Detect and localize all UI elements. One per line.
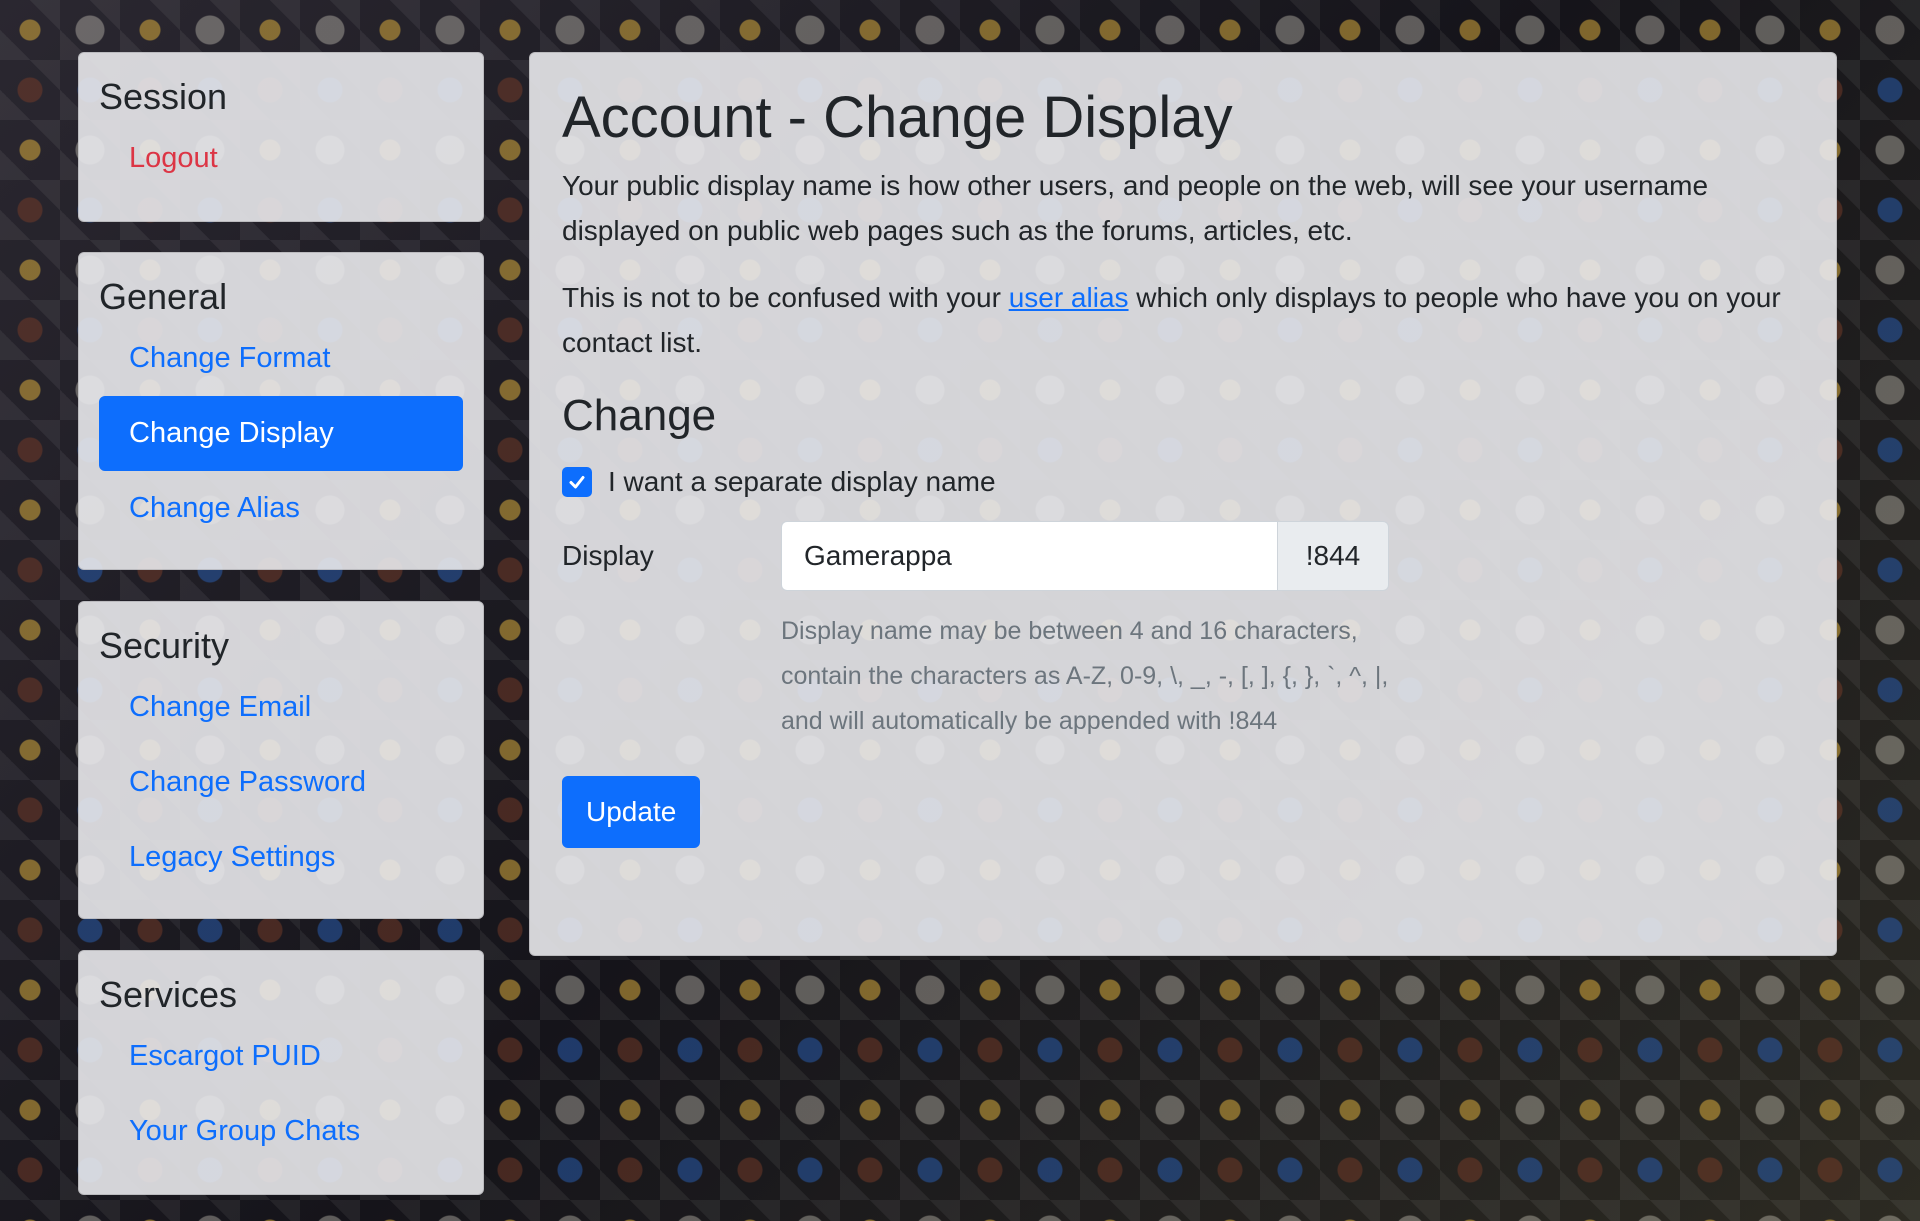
- display-suffix: !844: [1277, 521, 1389, 591]
- display-input-group: !844: [781, 521, 1389, 591]
- check-icon: [569, 476, 585, 489]
- nav-escargot-puid[interactable]: Escargot PUID: [99, 1019, 463, 1094]
- update-button[interactable]: Update: [562, 776, 701, 848]
- display-input[interactable]: [781, 521, 1277, 591]
- session-heading: Session: [99, 76, 228, 117]
- display-row: Display !844: [562, 521, 1804, 591]
- nav-change-format[interactable]: Change Format: [99, 321, 463, 396]
- alias-note-prefix: This is not to be confused with your: [562, 282, 1009, 313]
- general-card: General Change Format Change Display Cha…: [78, 252, 484, 570]
- nav-change-alias[interactable]: Change Alias: [99, 471, 463, 546]
- display-label: Display: [562, 540, 654, 571]
- section-title: Change: [562, 391, 717, 440]
- security-card: Security Change Email Change Password Le…: [78, 601, 484, 919]
- nav-legacy-settings[interactable]: Legacy Settings: [99, 820, 463, 895]
- nav-change-password[interactable]: Change Password: [99, 745, 463, 820]
- security-heading: Security: [99, 625, 230, 666]
- services-heading: Services: [99, 974, 238, 1015]
- page-title: Account - Change Display: [562, 85, 1233, 150]
- general-heading: General: [99, 276, 228, 317]
- nav-logout[interactable]: Logout: [99, 121, 463, 196]
- services-card: Services Escargot PUID Your Group Chats: [78, 950, 484, 1195]
- main-panel: Account - Change Display Your public dis…: [529, 52, 1837, 956]
- separate-display-label: I want a separate display name: [608, 466, 996, 497]
- display-hint: Display name may be between 4 and 16 cha…: [781, 617, 1389, 735]
- alias-note: This is not to be confused with your use…: [562, 275, 1804, 365]
- nav-change-email[interactable]: Change Email: [99, 670, 463, 745]
- intro-text: Your public display name is how other us…: [562, 170, 1709, 246]
- separate-display-row: I want a separate display name: [562, 457, 1804, 507]
- nav-group-chats[interactable]: Your Group Chats: [99, 1094, 463, 1169]
- nav-change-display[interactable]: Change Display: [99, 396, 463, 471]
- session-card: Session Logout: [78, 52, 484, 222]
- separate-display-checkbox[interactable]: [562, 467, 592, 497]
- user-alias-link[interactable]: user alias: [1009, 282, 1129, 313]
